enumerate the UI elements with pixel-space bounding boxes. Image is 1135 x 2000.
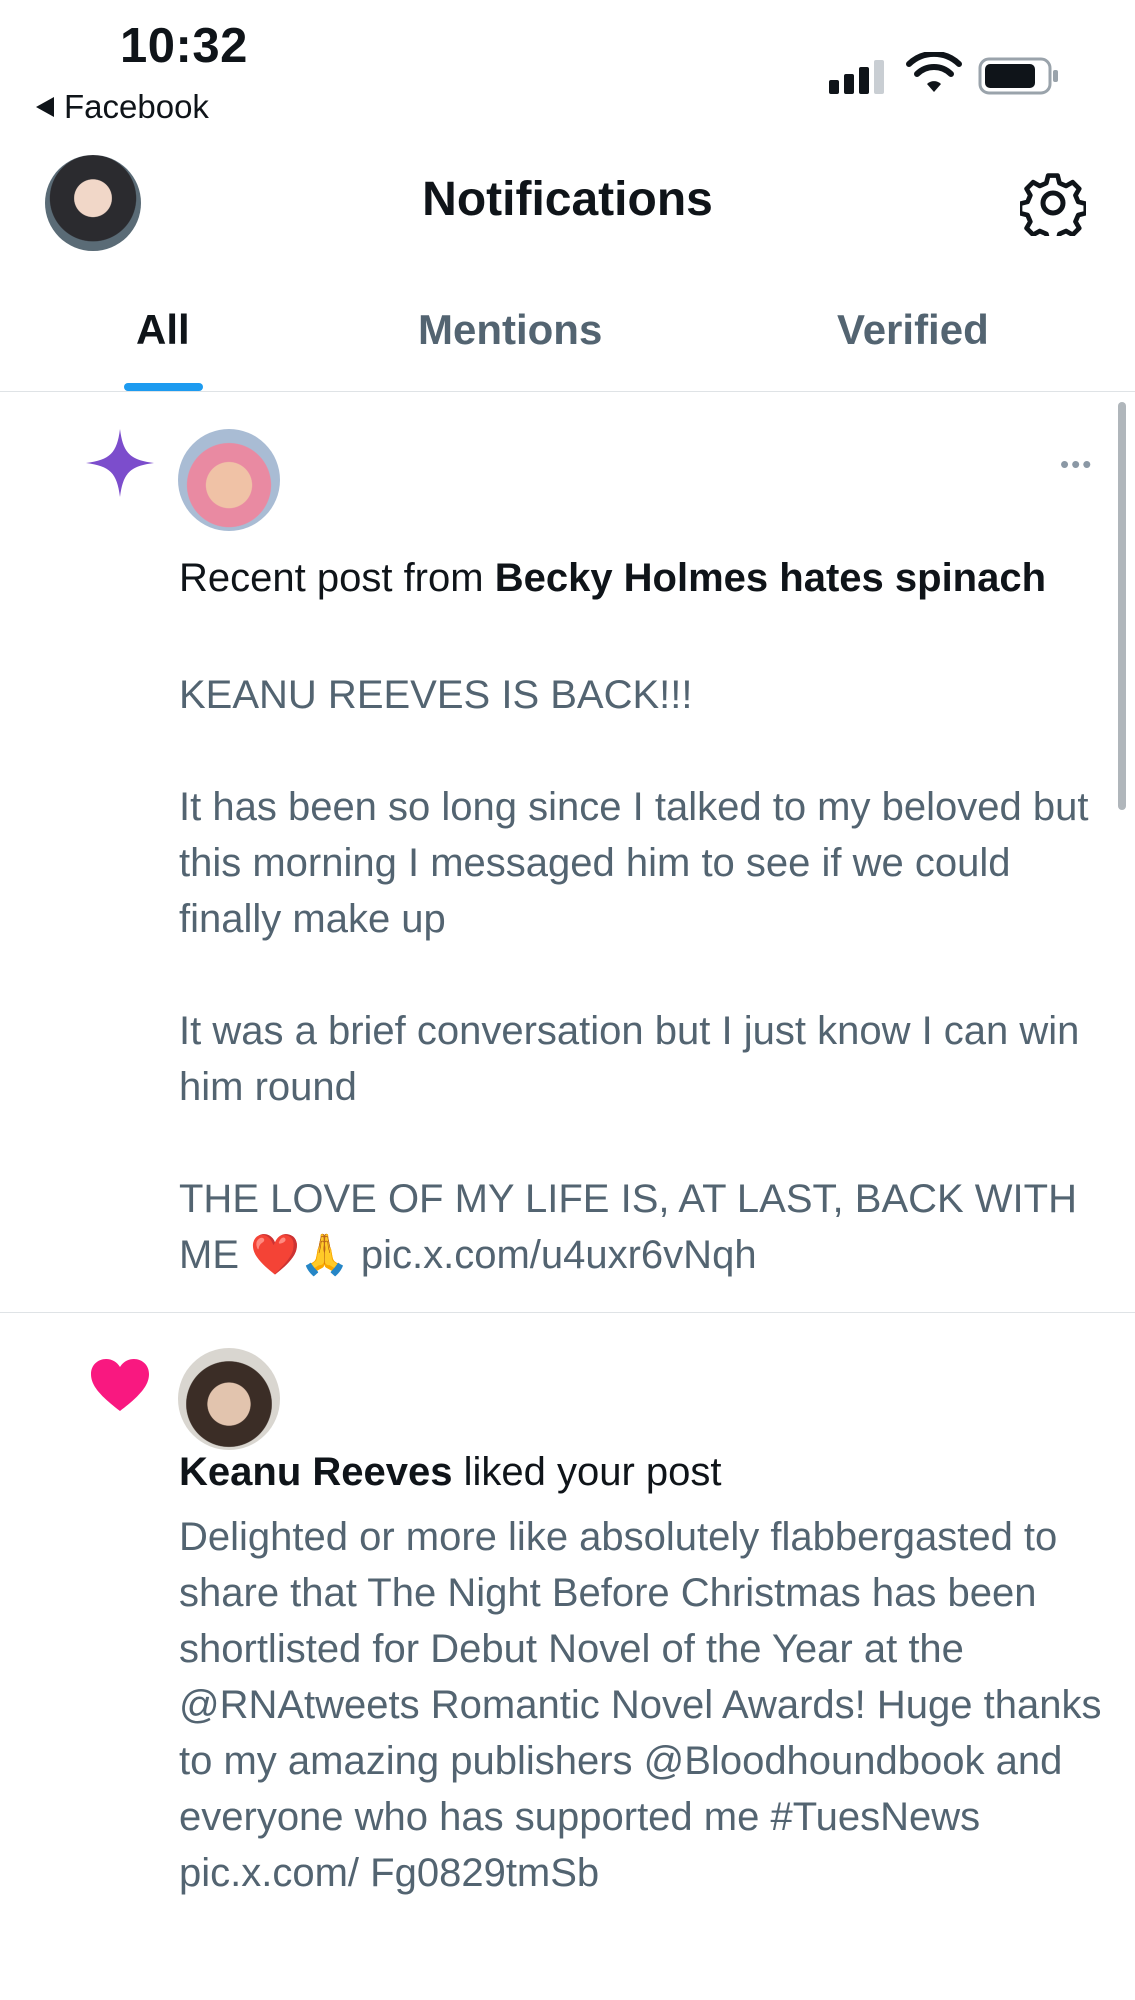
tab-all[interactable]: All <box>136 306 190 354</box>
post-paragraph: It was a brief conversation but I just k… <box>179 1009 1080 1109</box>
headline-suffix: liked your post <box>452 1450 722 1494</box>
avatar[interactable] <box>178 429 280 531</box>
cellular-signal-icon <box>829 58 884 94</box>
post-paragraph: THE LOVE OF MY LIFE IS, AT LAST, BACK WI… <box>179 1177 1077 1277</box>
notification-item[interactable]: ••• Recent post from Becky Holmes hates … <box>0 393 1135 1313</box>
back-app-label: Facebook <box>64 88 209 125</box>
avatar[interactable] <box>178 1348 280 1450</box>
post-paragraph: Delighted or more like absolutely flabbe… <box>179 1515 1102 1895</box>
page-title: Notifications <box>422 173 713 226</box>
post-text: KEANU REEVES IS BACK!!! It has been so l… <box>179 667 1119 1283</box>
tab-verified[interactable]: Verified <box>837 306 989 354</box>
notification-tabs: All Mentions Verified <box>0 292 1135 392</box>
back-arrow-icon <box>36 97 54 117</box>
headline-prefix: Recent post from <box>179 556 495 600</box>
notification-item[interactable]: Keanu Reeves liked your post Delighted o… <box>0 1313 1135 2000</box>
user-name[interactable]: Becky Holmes hates spinach <box>495 556 1046 600</box>
user-name[interactable]: Keanu Reeves <box>179 1450 452 1494</box>
more-options-icon[interactable]: ••• <box>1060 449 1093 480</box>
notification-headline: Recent post from Becky Holmes hates spin… <box>179 550 1079 606</box>
tab-mentions[interactable]: Mentions <box>418 306 602 354</box>
sparkle-icon <box>86 429 154 497</box>
scrollbar[interactable] <box>1118 402 1126 810</box>
status-time: 10:32 <box>120 19 248 73</box>
back-to-app-link[interactable]: Facebook <box>36 88 209 126</box>
post-paragraph: It has been so long since I talked to my… <box>179 785 1089 941</box>
post-text: Delighted or more like absolutely flabbe… <box>179 1509 1119 1901</box>
wifi-icon <box>906 52 962 92</box>
active-tab-indicator <box>124 383 203 391</box>
gear-icon[interactable] <box>1020 170 1086 236</box>
battery-icon <box>978 57 1058 95</box>
heart-icon <box>91 1359 149 1411</box>
notification-headline: Keanu Reeves liked your post <box>179 1444 1079 1500</box>
post-paragraph: KEANU REEVES IS BACK!!! <box>179 673 693 717</box>
